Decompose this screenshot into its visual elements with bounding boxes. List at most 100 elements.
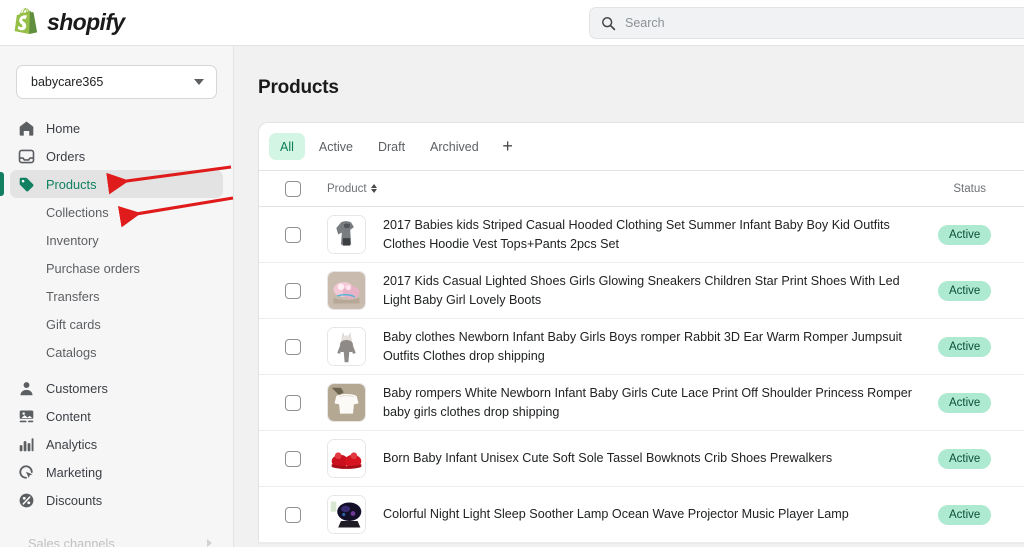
sidebar-item-content[interactable]: Content [10,402,223,430]
column-header-label: Product [327,182,367,195]
product-title-link[interactable]: 2017 Kids Casual Lighted Shoes Girls Glo… [383,272,926,310]
table-row[interactable]: Baby clothes Newborn Infant Baby Girls B… [259,319,1024,375]
sort-arrows-icon [370,184,377,193]
row-thumbnail-cell [327,215,383,254]
main-content: Products All Active Draft Archived + Pro… [234,46,1024,547]
table-row[interactable]: Colorful Night Light Sleep Soother Lamp … [259,487,1024,543]
row-select-cell [259,506,327,523]
store-name: babycare365 [31,75,104,89]
tab-active[interactable]: Active [308,133,364,160]
product-thumbnail [327,495,366,534]
sidebar-item-label: Sales channels [28,535,115,547]
shopify-admin-window: shopify Search babycare365 Home Orders P… [0,0,1024,547]
sidebar-item-discounts[interactable]: Discounts [10,486,223,514]
orders-icon [18,149,35,163]
column-header-label: Status [953,182,986,195]
sidebar-item-label: Customers [46,380,108,396]
row-select-cell [259,338,327,355]
product-title-link[interactable]: Baby clothes Newborn Infant Baby Girls B… [383,328,926,366]
shopify-bag-logo-icon [14,7,38,34]
row-select-cell [259,394,327,411]
product-title-link[interactable]: Born Baby Infant Unisex Cute Soft Sole T… [383,449,926,468]
table-row[interactable]: Born Baby Infant Unisex Cute Soft Sole T… [259,431,1024,487]
status-badge: Active [938,504,992,525]
row-status-cell: Active [938,448,1024,469]
row-select-cell [259,450,327,467]
shopify-wordmark: shopify [47,9,125,35]
table-row[interactable]: 2017 Kids Casual Lighted Shoes Girls Glo… [259,263,1024,319]
sidebar-item-purchase-orders[interactable]: Purchase orders [10,254,223,282]
tab-label: Archived [430,139,479,154]
row-checkbox[interactable] [285,282,301,299]
row-checkbox[interactable] [285,506,301,523]
row-checkbox[interactable] [285,450,301,467]
column-header-product[interactable]: Product [327,183,377,195]
tab-label: Active [318,139,353,154]
sidebar-item-sales-channels[interactable]: Sales channels [0,533,234,547]
sidebar-item-label: Home [46,120,81,136]
sidebar-item-label: Content [46,408,91,424]
row-title-cell: 2017 Kids Casual Lighted Shoes Girls Glo… [383,272,938,310]
status-badge: Active [938,392,992,413]
customers-icon [20,381,33,395]
search-icon [602,16,616,30]
marketing-cursor-icon [19,464,33,479]
analytics-bars-icon [19,437,34,451]
sidebar-item-orders[interactable]: Orders [10,142,223,170]
shopify-brand[interactable]: shopify [0,7,125,38]
sidebar-item-collections[interactable]: Collections [10,198,223,226]
product-thumbnail [327,327,366,366]
table-row[interactable]: Baby rompers White Newborn Infant Baby G… [259,375,1024,431]
baby-hooded-outfit-grey-icon [328,216,365,253]
row-checkbox[interactable] [285,394,301,411]
red-crib-shoes-icon [328,440,365,477]
sidebar-item-transfers[interactable]: Transfers [10,282,223,310]
tab-all[interactable]: All [269,133,305,160]
select-all-checkbox[interactable] [285,180,301,197]
sidebar: babycare365 Home Orders Products Collect… [0,46,234,547]
product-thumbnail [327,215,366,254]
sidebar-item-label: Products [46,176,97,192]
grey-rabbit-romper-icon [328,328,365,365]
sidebar-item-label: Collections [46,204,109,220]
sidebar-item-home[interactable]: Home [10,114,223,142]
add-view-plus-icon[interactable]: + [493,133,523,160]
sidebar-item-customers[interactable]: Customers [10,374,223,402]
product-title-link[interactable]: Baby rompers White Newborn Infant Baby G… [383,384,926,422]
tab-draft[interactable]: Draft [367,133,416,160]
product-title-link[interactable]: Colorful Night Light Sleep Soother Lamp … [383,505,926,524]
page-title: Products [258,77,339,98]
search-input[interactable]: Search [589,7,1024,39]
sidebar-item-inventory[interactable]: Inventory [10,226,223,254]
tab-label: All [280,139,294,154]
chevron-right-icon [207,539,212,547]
row-checkbox[interactable] [285,338,301,355]
row-status-cell: Active [938,392,1024,413]
sidebar-item-gift-cards[interactable]: Gift cards [10,310,223,338]
table-row[interactable]: 2017 Babies kids Striped Casual Hooded C… [259,207,1024,263]
active-indicator-bar [0,172,4,196]
sidebar-item-marketing[interactable]: Marketing [10,458,223,486]
content-icon [19,409,34,422]
table-header-row: Product Status [259,171,1024,207]
row-checkbox[interactable] [285,226,301,243]
top-bar: shopify Search [0,0,1024,46]
product-thumbnail [327,383,366,422]
product-title-link[interactable]: 2017 Babies kids Striped Casual Hooded C… [383,216,926,254]
column-header-status: Status [953,183,986,195]
sidebar-nav: Home Orders Products Collections Invento… [0,114,233,514]
tab-archived[interactable]: Archived [419,133,490,160]
sidebar-item-products[interactable]: Products [0,170,223,198]
status-badge: Active [938,448,992,469]
row-thumbnail-cell [327,495,383,534]
row-thumbnail-cell [327,383,383,422]
sidebar-item-catalogs[interactable]: Catalogs [10,338,223,366]
row-title-cell: 2017 Babies kids Striped Casual Hooded C… [383,216,938,254]
row-title-cell: Baby rompers White Newborn Infant Baby G… [383,384,938,422]
row-title-cell: Baby clothes Newborn Infant Baby Girls B… [383,328,938,366]
store-selector[interactable]: babycare365 [16,65,217,99]
sidebar-item-analytics[interactable]: Analytics [10,430,223,458]
row-select-cell [259,282,327,299]
pink-floral-sneakers-icon [328,272,365,309]
products-tag-icon [19,177,34,191]
